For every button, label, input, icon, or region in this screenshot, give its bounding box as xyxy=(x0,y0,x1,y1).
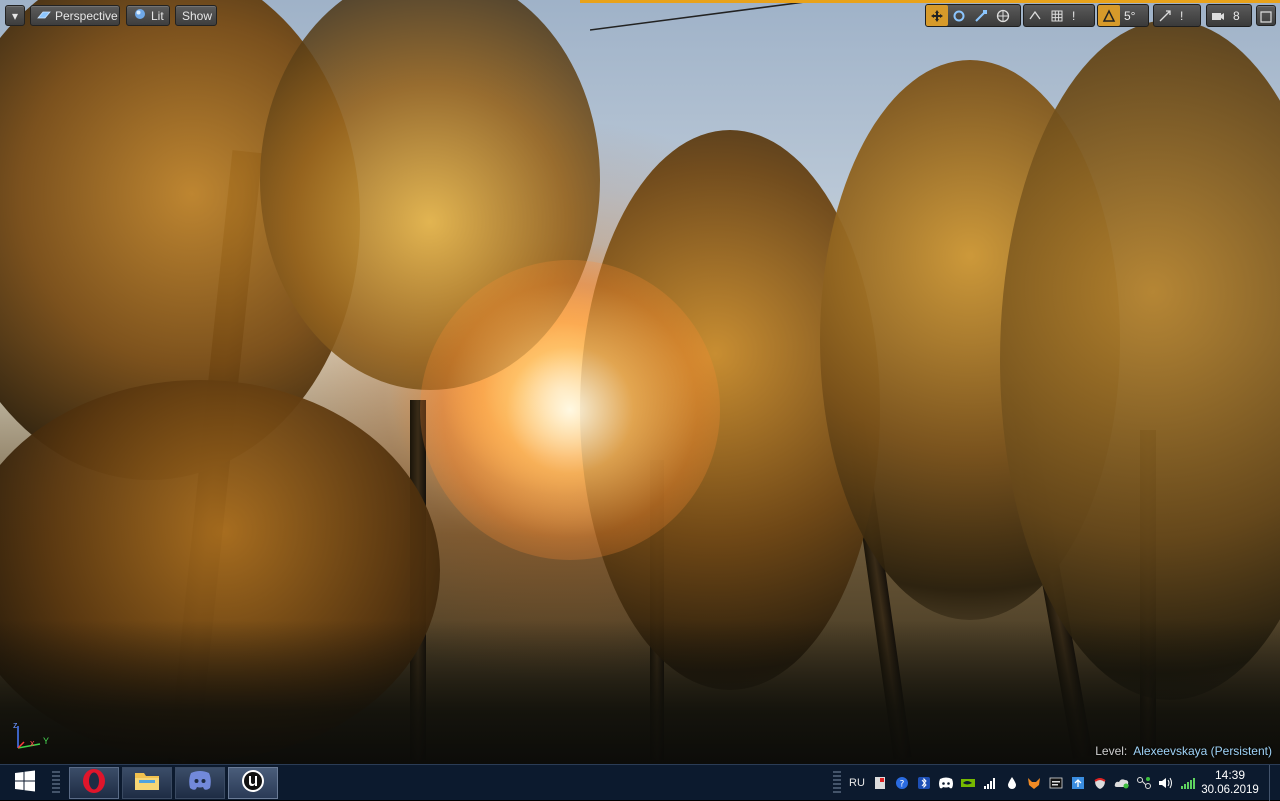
file-explorer-taskbar-button[interactable] xyxy=(122,767,172,799)
discord-icon xyxy=(187,770,213,797)
rotate-icon[interactable] xyxy=(948,5,970,26)
network-signal-icon[interactable] xyxy=(980,773,1000,793)
update-icon[interactable] xyxy=(1068,773,1088,793)
clock-date: 30.06.2019 xyxy=(1201,784,1259,796)
scale-snap-group: ! xyxy=(1153,4,1201,27)
axis-z-label: z xyxy=(13,720,18,730)
folder-icon xyxy=(133,769,161,798)
axis-gizmo: x Y z xyxy=(10,720,54,756)
viewport-options-button[interactable]: ▾ xyxy=(5,5,25,26)
move-icon[interactable] xyxy=(926,5,948,26)
wifi-signal-icon[interactable] xyxy=(1178,773,1198,793)
opera-taskbar-button[interactable] xyxy=(69,767,119,799)
rotation-snap-group: 5° xyxy=(1097,4,1149,27)
chevron-down-icon: ▾ xyxy=(11,9,19,23)
surface-snap-icon[interactable] xyxy=(1024,5,1046,26)
help-icon[interactable]: ? xyxy=(892,773,912,793)
keyboard-flag-icon[interactable] xyxy=(870,773,890,793)
discord-tray-icon[interactable] xyxy=(936,773,956,793)
svg-text:?: ? xyxy=(900,780,905,790)
axis-x-label: x xyxy=(30,738,35,748)
view-mode-button[interactable]: Lit xyxy=(126,5,170,26)
edc-icon[interactable] xyxy=(1046,773,1066,793)
network-connection-icon[interactable] xyxy=(1134,773,1154,793)
scale-icon[interactable] xyxy=(970,5,992,26)
perspective-icon xyxy=(37,6,51,27)
tray-grip[interactable] xyxy=(833,771,841,795)
windows-logo-icon xyxy=(13,769,37,798)
bluetooth-icon[interactable] xyxy=(914,773,934,793)
fox-icon[interactable] xyxy=(1024,773,1044,793)
transform-tools-group xyxy=(925,4,1021,27)
nvidia-icon[interactable] xyxy=(958,773,978,793)
world-local-icon[interactable] xyxy=(992,5,1014,26)
lit-sphere-icon xyxy=(133,6,147,27)
camera-speed-group: 8 xyxy=(1206,4,1252,27)
perspective-label: Perspective xyxy=(55,9,118,23)
camera-speed-value[interactable]: 8 xyxy=(1229,9,1244,23)
scale-snap-icon[interactable] xyxy=(1154,5,1176,26)
perspective-button[interactable]: Perspective xyxy=(30,5,120,26)
show-label: Show xyxy=(182,9,213,23)
grid-snap-value[interactable]: ! xyxy=(1068,9,1079,23)
start-button[interactable] xyxy=(0,765,50,801)
editor-viewport[interactable] xyxy=(0,0,1280,764)
camera-speed-icon[interactable] xyxy=(1207,5,1229,26)
maximize-icon xyxy=(1260,9,1272,23)
grid-snap-icon[interactable] xyxy=(1046,5,1068,26)
snap-tools-group: ! xyxy=(1023,4,1095,27)
volume-icon[interactable] xyxy=(1156,773,1176,793)
clock-time: 14:39 xyxy=(1214,768,1246,782)
taskbar: RU ? 14:39 30.06.2019 xyxy=(0,764,1280,801)
axis-y-label: Y xyxy=(43,736,50,746)
forest-floor xyxy=(0,620,1280,764)
shield-icon[interactable] xyxy=(1090,773,1110,793)
show-button[interactable]: Show xyxy=(175,5,217,26)
power-line xyxy=(590,0,821,31)
droplet-icon[interactable] xyxy=(1002,773,1022,793)
taskbar-grip[interactable] xyxy=(52,771,60,795)
unreal-engine-icon xyxy=(240,768,266,799)
opera-icon xyxy=(81,768,107,799)
level-name: Alexeevskaya (Persistent) xyxy=(1133,744,1272,758)
discord-taskbar-button[interactable] xyxy=(175,767,225,799)
scale-snap-value[interactable]: ! xyxy=(1176,9,1187,23)
system-tray: RU ? xyxy=(845,765,1199,801)
lit-label: Lit xyxy=(151,9,164,23)
unreal-engine-taskbar-button[interactable] xyxy=(228,767,278,799)
rotation-snap-icon[interactable] xyxy=(1098,5,1120,26)
cloud-sync-icon[interactable] xyxy=(1112,773,1132,793)
rotation-snap-value[interactable]: 5° xyxy=(1120,9,1139,23)
sun-glare xyxy=(420,260,720,560)
level-indicator: Level: Alexeevskaya (Persistent) xyxy=(1095,744,1272,758)
taskbar-clock[interactable]: 14:39 30.06.2019 xyxy=(1198,768,1262,798)
maximize-viewport-button[interactable] xyxy=(1256,5,1276,26)
show-desktop-button[interactable] xyxy=(1269,765,1280,801)
level-prefix: Level: xyxy=(1095,744,1128,758)
viewport-selection-border xyxy=(580,0,1280,3)
language-indicator[interactable]: RU xyxy=(846,773,868,793)
